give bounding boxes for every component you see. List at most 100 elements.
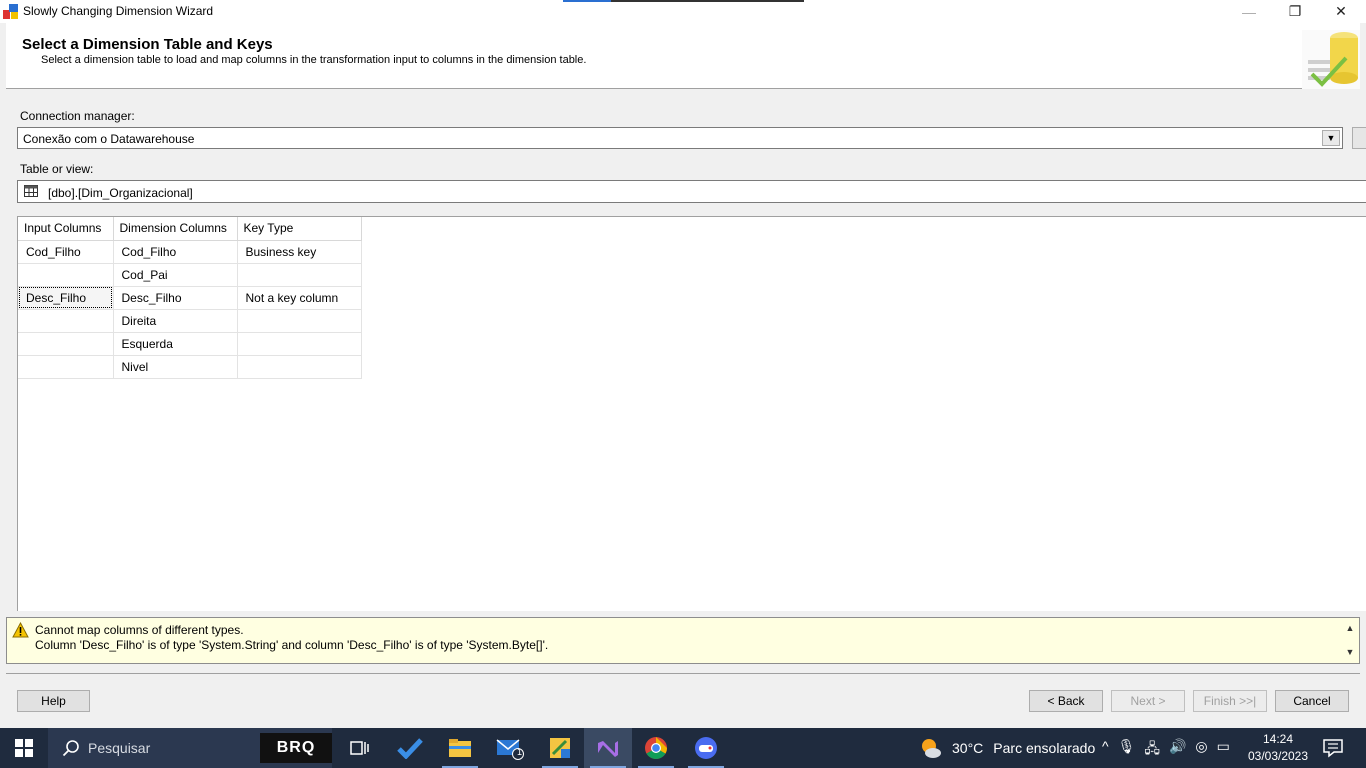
todo-app-button[interactable] <box>386 728 434 768</box>
key-type-cell[interactable] <box>237 309 362 333</box>
next-button[interactable]: Next > <box>1111 690 1185 712</box>
key-type-cell[interactable]: Business key <box>237 240 362 264</box>
file-explorer-button[interactable] <box>436 728 484 768</box>
table-view-value: [dbo].[Dim_Organizacional] <box>48 186 193 200</box>
task-view-button[interactable] <box>336 728 384 768</box>
brq-logo: BRQ <box>260 733 332 763</box>
table-row: Cod_Filho Cod_Filho Business key <box>18 240 362 264</box>
table-view-label: Table or view: <box>20 162 94 176</box>
window-title: Slowly Changing Dimension Wizard <box>23 4 214 18</box>
task-view-icon <box>350 741 369 755</box>
camera-icon[interactable]: ◎ <box>1195 738 1207 762</box>
input-column-cell[interactable] <box>18 263 114 287</box>
app-icon <box>3 4 18 19</box>
input-column-cell[interactable]: Cod_Filho <box>18 240 114 264</box>
key-type-cell[interactable] <box>237 263 362 287</box>
title-bar: Slowly Changing Dimension Wizard — ❐ ✕ <box>0 0 1366 23</box>
footer-divider <box>6 673 1360 674</box>
weather-temperature: 30°C <box>952 740 984 756</box>
key-type-cell[interactable] <box>237 355 362 379</box>
title-accent <box>563 0 611 2</box>
key-type-cell[interactable] <box>237 332 362 356</box>
table-row: Direita <box>18 309 362 333</box>
input-column-cell-selected[interactable]: Desc_Filho <box>18 286 114 310</box>
start-button[interactable] <box>0 728 48 768</box>
help-button[interactable]: Help <box>17 690 90 712</box>
weather-description: Parc ensolarado <box>993 740 1096 756</box>
input-column-cell[interactable] <box>18 355 114 379</box>
search-placeholder: Pesquisar <box>88 740 151 756</box>
clock-time: 14:24 <box>1262 732 1294 746</box>
game-app-button[interactable] <box>682 728 730 768</box>
header-key-type: Key Type <box>237 217 362 241</box>
table-row: Desc_Filho Desc_Filho Not a key column <box>18 286 362 310</box>
sql-tool-icon <box>550 738 570 758</box>
maximize-button[interactable]: ❐ <box>1272 0 1318 23</box>
visual-studio-icon <box>598 741 618 757</box>
game-icon <box>695 737 717 759</box>
sql-tool-button[interactable] <box>536 728 584 768</box>
table-row: Cod_Pai <box>18 263 362 287</box>
error-message-detail: Column 'Desc_Filho' is of type 'System.S… <box>35 638 549 652</box>
table-row: Nivel <box>18 355 362 379</box>
column-mapping-grid: Input Columns Dimension Columns Key Type… <box>17 216 1366 611</box>
connection-manager-value: Conexão com o Datawarehouse <box>23 132 195 146</box>
close-button[interactable]: ✕ <box>1318 0 1364 23</box>
header-input-columns: Input Columns <box>18 217 114 241</box>
page-title: Select a Dimension Table and Keys <box>22 36 273 53</box>
wizard-header: Select a Dimension Table and Keys Select… <box>6 23 1360 89</box>
weather-icon <box>922 739 941 758</box>
mail-button[interactable]: 1 <box>486 728 534 768</box>
chrome-button[interactable] <box>632 728 680 768</box>
connection-manager-select[interactable]: Conexão com o Datawarehouse ▼ <box>17 127 1343 149</box>
network-icon[interactable]: 🖧 <box>1144 738 1160 762</box>
header-dimension-columns: Dimension Columns <box>113 217 238 241</box>
weather-widget[interactable]: 30°C Parc ensolarado <box>920 728 1095 768</box>
page-description: Select a dimension table to load and map… <box>41 54 587 66</box>
mapping-table: Input Columns Dimension Columns Key Type… <box>18 217 362 379</box>
battery-icon[interactable]: ▭ <box>1217 738 1230 762</box>
finish-button[interactable]: Finish >>| <box>1193 690 1267 712</box>
back-button[interactable]: < Back <box>1029 690 1103 712</box>
dropdown-arrow-icon[interactable]: ▼ <box>1322 130 1340 146</box>
taskbar-clock[interactable]: 14:24 03/03/2023 <box>1240 731 1316 765</box>
minimize-button[interactable]: — <box>1226 0 1272 23</box>
search-icon <box>62 740 79 757</box>
new-connection-button[interactable] <box>1352 127 1366 149</box>
key-type-cell[interactable]: Not a key column <box>237 286 362 310</box>
dimension-column-cell: Esquerda <box>113 332 238 356</box>
warning-icon <box>12 622 29 638</box>
microphone-icon[interactable]: 🎙 <box>1118 738 1136 762</box>
chevron-up-icon[interactable]: ^ <box>1102 738 1109 762</box>
dimension-column-cell: Cod_Pai <box>113 263 238 287</box>
todo-icon <box>397 738 423 759</box>
file-explorer-icon <box>449 739 471 757</box>
error-message-panel: Cannot map columns of different types. C… <box>6 617 1360 664</box>
title-accent-dark <box>611 0 804 2</box>
table-row: Esquerda <box>18 332 362 356</box>
visual-studio-button[interactable] <box>584 728 632 768</box>
scroll-down-icon[interactable]: ▼ <box>1344 647 1356 657</box>
system-tray: ^ 🎙 🖧 🔊 ◎ ▭ <box>1102 738 1230 762</box>
connection-manager-label: Connection manager: <box>20 109 135 123</box>
grid-header-row: Input Columns Dimension Columns Key Type <box>18 217 362 241</box>
table-icon <box>24 185 38 197</box>
dimension-column-cell: Desc_Filho <box>113 286 238 310</box>
dimension-column-cell: Cod_Filho <box>113 240 238 264</box>
notification-icon[interactable] <box>1322 738 1344 758</box>
input-column-cell[interactable] <box>18 309 114 333</box>
scroll-up-icon[interactable]: ▲ <box>1344 623 1356 633</box>
taskbar: Pesquisar BRQ 1 30°C Parc ensolarado ^ 🎙… <box>0 728 1366 768</box>
cancel-button[interactable]: Cancel <box>1275 690 1349 712</box>
taskbar-search[interactable]: Pesquisar BRQ <box>48 728 332 768</box>
volume-icon[interactable]: 🔊 <box>1169 738 1186 762</box>
clock-date: 03/03/2023 <box>1247 749 1309 763</box>
table-view-select[interactable]: [dbo].[Dim_Organizacional] <box>17 180 1366 203</box>
windows-start-icon <box>15 739 33 757</box>
chrome-icon <box>645 737 667 759</box>
dimension-column-cell: Direita <box>113 309 238 333</box>
dimension-column-cell: Nivel <box>113 355 238 379</box>
database-graphic-icon <box>1302 30 1360 89</box>
input-column-cell[interactable] <box>18 332 114 356</box>
mail-badge: 1 <box>517 747 523 757</box>
